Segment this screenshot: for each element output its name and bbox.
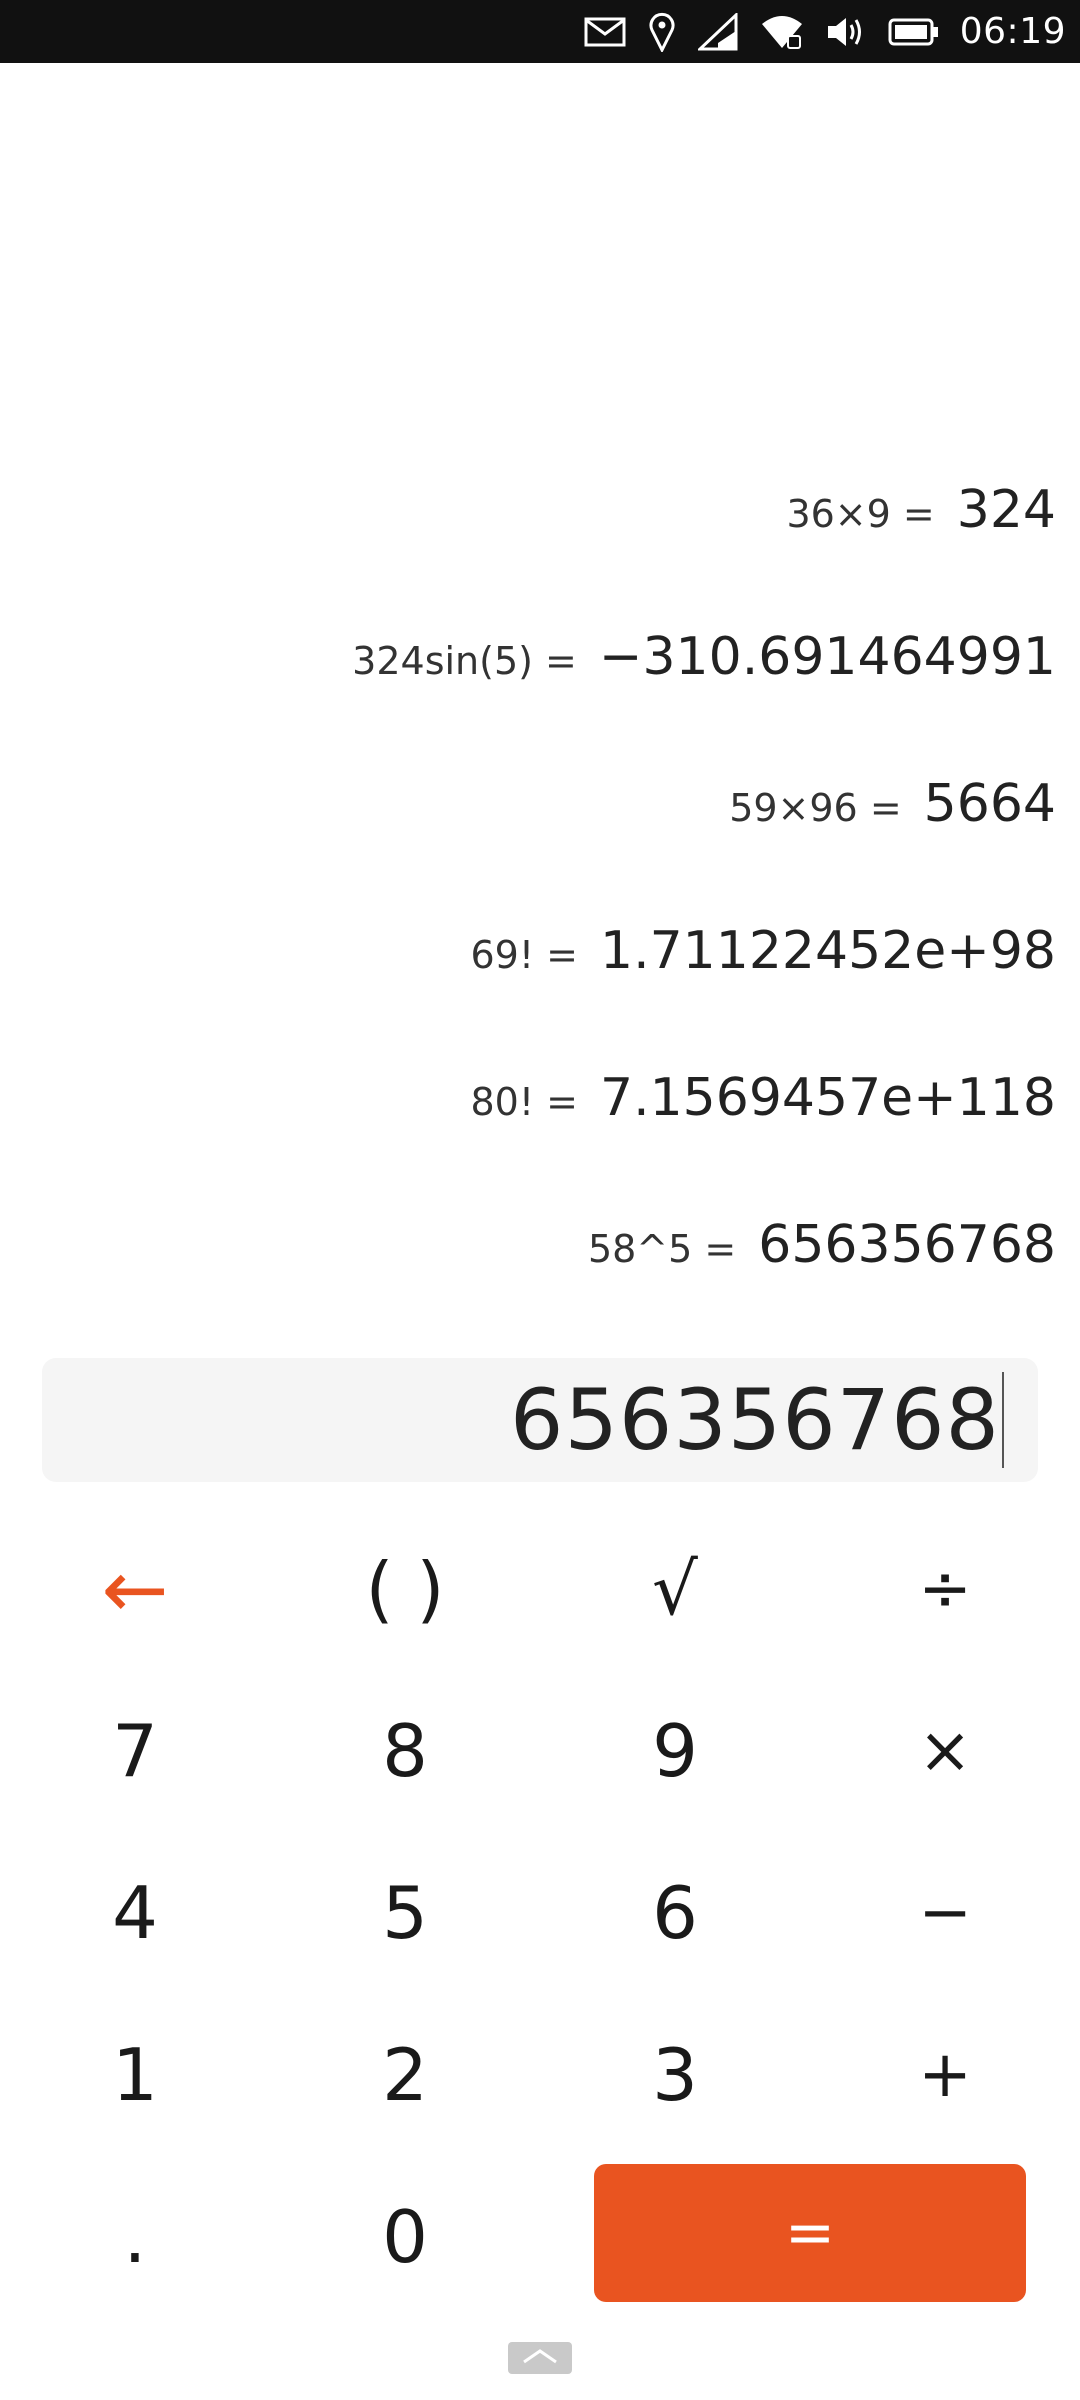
history-expression: 69! = xyxy=(470,933,578,977)
history-expression: 58^5 = xyxy=(587,1227,737,1271)
sqrt-button[interactable]: √ xyxy=(540,1508,810,1670)
location-icon xyxy=(648,0,676,63)
history-result: −310.691464991 xyxy=(598,627,1056,687)
digit-6-button[interactable]: 6 xyxy=(540,1832,810,1994)
divide-button[interactable]: ÷ xyxy=(810,1508,1080,1670)
chevron-up-icon xyxy=(520,2346,560,2370)
equals-button[interactable]: = xyxy=(594,2164,1026,2302)
wifi-icon xyxy=(760,0,804,63)
digit-0-button[interactable]: 0 xyxy=(270,2156,540,2318)
history-expression: 80! = xyxy=(470,1080,578,1124)
digit-8-button[interactable]: 8 xyxy=(270,1670,540,1832)
keypad: ← ( ) √ ÷ 7 8 9 × 4 5 6 − 1 2 3 + . 0 = xyxy=(0,1508,1080,2308)
history-expression: 59×96 = xyxy=(729,786,902,830)
volume-icon xyxy=(826,0,866,63)
minus-button[interactable]: − xyxy=(810,1832,1080,1994)
text-caret xyxy=(1002,1372,1004,1468)
history-row[interactable]: 59×96 = 5664 xyxy=(729,774,1056,854)
history-result: 1.71122452e+98 xyxy=(599,921,1056,981)
digit-3-button[interactable]: 3 xyxy=(540,1994,810,2156)
history-row[interactable]: 58^5 = 656356768 xyxy=(588,1215,1056,1295)
history-result: 324 xyxy=(956,480,1056,540)
multiply-button[interactable]: × xyxy=(810,1670,1080,1832)
parentheses-button[interactable]: ( ) xyxy=(270,1508,540,1670)
history-row[interactable]: 69! = 1.71122452e+98 xyxy=(470,921,1056,1001)
plus-button[interactable]: + xyxy=(810,1994,1080,2156)
history-expression: 36×9 = xyxy=(786,492,935,536)
digit-1-button[interactable]: 1 xyxy=(0,1994,270,2156)
battery-icon xyxy=(888,0,940,63)
calculator-input[interactable]: 656356768 xyxy=(42,1358,1038,1482)
signal-icon xyxy=(697,0,738,63)
history-result: 656356768 xyxy=(758,1215,1056,1275)
backspace-button[interactable]: ← xyxy=(0,1508,270,1670)
status-time: 06:19 xyxy=(959,11,1066,52)
digit-4-button[interactable]: 4 xyxy=(0,1832,270,1994)
bottom-edge-handle[interactable] xyxy=(508,2342,572,2374)
history-result: 7.1569457e+118 xyxy=(599,1068,1056,1128)
history-expression: 324sin(5) = xyxy=(352,639,577,683)
history-row[interactable]: 80! = 7.1569457e+118 xyxy=(470,1068,1056,1148)
input-value: 656356768 xyxy=(510,1371,1000,1469)
digit-9-button[interactable]: 9 xyxy=(540,1670,810,1832)
history-row[interactable]: 324sin(5) = −310.691464991 xyxy=(352,627,1056,707)
history-row[interactable]: 36×9 = 324 xyxy=(786,480,1056,560)
mail-icon xyxy=(584,0,626,63)
status-bar: 06:19 xyxy=(0,0,1080,63)
decimal-point-button[interactable]: . xyxy=(0,2156,270,2318)
digit-7-button[interactable]: 7 xyxy=(0,1670,270,1832)
digit-5-button[interactable]: 5 xyxy=(270,1832,540,1994)
digit-2-button[interactable]: 2 xyxy=(270,1994,540,2156)
history-result: 5664 xyxy=(923,774,1056,834)
